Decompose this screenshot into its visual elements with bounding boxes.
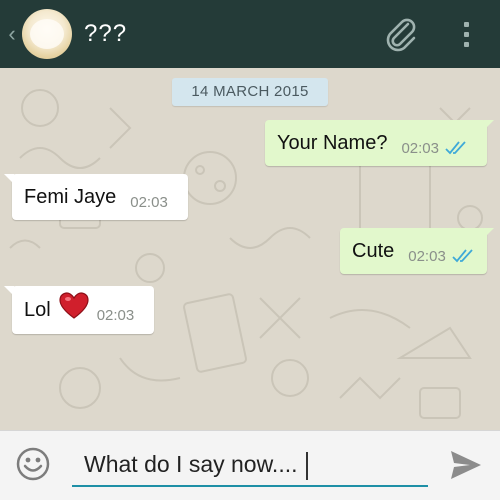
message-input[interactable]: What do I say now.... xyxy=(72,445,428,487)
date-separator: 14 MARCH 2015 xyxy=(172,78,328,106)
send-icon[interactable] xyxy=(448,447,484,483)
text-cursor xyxy=(305,451,308,480)
heart-icon xyxy=(59,292,89,319)
contact-name[interactable]: ??? xyxy=(84,20,127,48)
bubble-tail xyxy=(484,120,494,130)
paperclip-icon[interactable] xyxy=(380,14,420,54)
message-input-value: What do I say now.... xyxy=(84,451,298,477)
message-text: Your Name? xyxy=(277,131,388,154)
chevron-left-icon[interactable]: ‹ xyxy=(0,23,20,45)
outgoing-message[interactable]: Cute 02:03 xyxy=(340,228,487,274)
message-time: 02:03 xyxy=(96,306,135,324)
message-text: Lol xyxy=(24,298,51,321)
more-vertical-icon[interactable] xyxy=(458,14,474,54)
message-time: 02:03 xyxy=(401,139,439,157)
incoming-message[interactable]: Lol 02:03 xyxy=(12,286,154,334)
incoming-message[interactable]: Femi Jaye 02:03 xyxy=(12,174,188,220)
chat-area: 14 MARCH 2015 Your Name? 02:03 Femi Jaye… xyxy=(0,68,500,430)
message-text: Femi Jaye xyxy=(24,185,117,208)
bubble-tail xyxy=(4,286,14,296)
bubble-tail xyxy=(484,228,494,238)
message-time: 02:03 xyxy=(130,193,168,211)
message-time: 02:03 xyxy=(408,247,446,265)
message-text: Cute xyxy=(352,239,395,262)
outgoing-message[interactable]: Your Name? 02:03 xyxy=(265,120,487,166)
smiley-icon[interactable] xyxy=(16,447,50,481)
chat-header: ‹ ??? xyxy=(0,0,500,68)
double-check-icon xyxy=(445,141,466,155)
double-check-icon xyxy=(452,249,473,263)
composer-bar: What do I say now.... xyxy=(0,430,500,500)
bubble-tail xyxy=(4,174,14,184)
avatar[interactable] xyxy=(22,9,72,59)
